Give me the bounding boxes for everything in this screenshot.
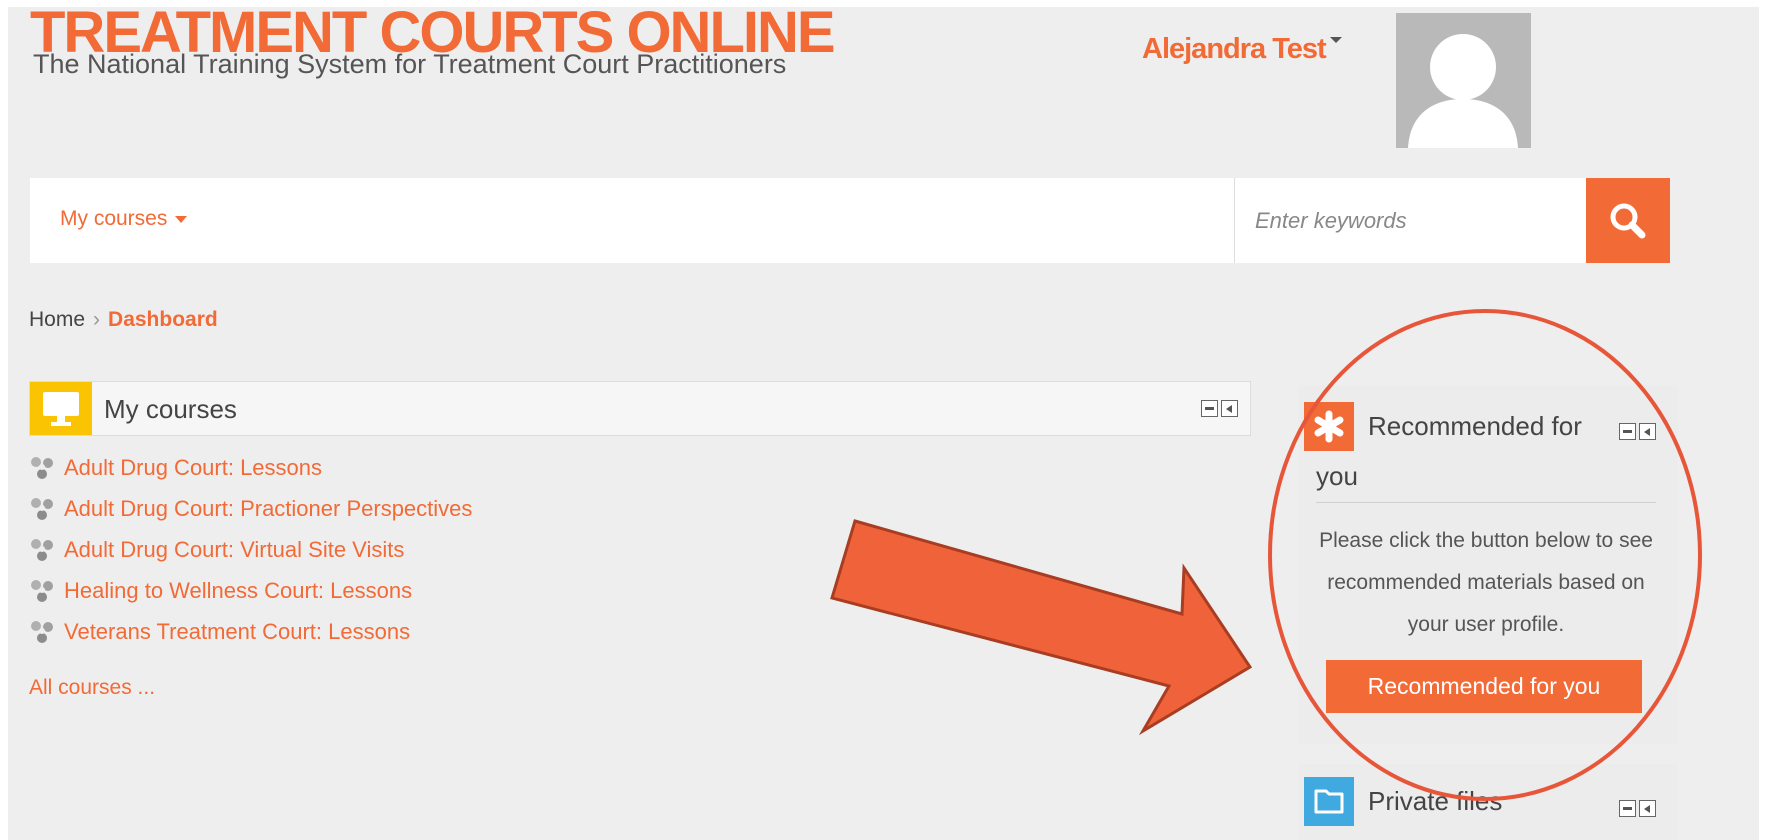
my-courses-block-header: My courses (29, 381, 1251, 436)
course-link[interactable]: Adult Drug Court: Lessons (64, 455, 322, 480)
course-link[interactable]: Adult Drug Court: Virtual Site Visits (64, 537, 404, 562)
all-courses-link[interactable]: All courses ... (29, 676, 155, 700)
private-files-block: Private files (1298, 764, 1678, 840)
folder-icon (1304, 777, 1354, 826)
user-menu[interactable]: Alejandra Test (1142, 33, 1342, 66)
course-item: Veterans Treatment Court: Lessons (29, 619, 472, 660)
divider (1316, 502, 1656, 503)
user-silhouette-icon (1408, 34, 1518, 148)
recommended-block-title: Recommended for (1368, 411, 1582, 441)
caret-down-icon (175, 215, 188, 223)
recommended-description: Please click the button below to see rec… (1319, 529, 1653, 636)
course-item: Adult Drug Court: Practioner Perspective… (29, 496, 472, 537)
site-subtitle: The National Training System for Treatme… (33, 49, 787, 79)
dock-block-icon[interactable] (1221, 400, 1238, 417)
minimize-block-icon[interactable] (1619, 423, 1636, 440)
recommended-block-title-continued: you (1316, 461, 1358, 491)
course-icon (31, 621, 53, 643)
course-icon (31, 457, 53, 479)
asterisk-icon (1304, 402, 1354, 451)
dock-block-icon[interactable] (1639, 800, 1656, 817)
course-link[interactable]: Healing to Wellness Court: Lessons (64, 578, 412, 603)
course-icon (31, 498, 53, 520)
breadcrumb-current: Dashboard (108, 308, 218, 331)
breadcrumb-home[interactable]: Home (29, 308, 85, 331)
navbar: My courses (30, 178, 1240, 263)
caret-down-icon (1329, 37, 1342, 44)
my-courses-block-title: My courses (104, 394, 237, 424)
minimize-block-icon[interactable] (1201, 400, 1218, 417)
user-name: Alejandra Test (1142, 33, 1327, 65)
search-box (1234, 178, 1605, 263)
search-icon (1610, 203, 1646, 239)
course-link[interactable]: Adult Drug Court: Practioner Perspective… (64, 496, 472, 521)
nav-my-courses-menu[interactable]: My courses (60, 207, 188, 231)
course-link[interactable]: Veterans Treatment Court: Lessons (64, 619, 410, 644)
course-item: Adult Drug Court: Virtual Site Visits (29, 537, 472, 578)
minimize-block-icon[interactable] (1619, 800, 1636, 817)
avatar[interactable] (1396, 13, 1531, 148)
block-controls (1616, 800, 1656, 818)
nav-my-courses-label: My courses (60, 207, 168, 230)
recommended-block: Recommended for you Please click the but… (1298, 385, 1678, 744)
recommended-for-you-button[interactable]: Recommended for you (1326, 660, 1642, 713)
search-input[interactable] (1235, 178, 1581, 263)
search-button[interactable] (1586, 178, 1670, 263)
course-item: Healing to Wellness Court: Lessons (29, 578, 472, 619)
breadcrumb: Home › Dashboard (29, 308, 218, 332)
course-icon (31, 539, 53, 561)
monitor-icon (30, 382, 92, 435)
dock-block-icon[interactable] (1639, 423, 1656, 440)
private-files-block-title: Private files (1368, 786, 1503, 816)
chevron-right-icon: › (93, 308, 101, 331)
block-controls (1198, 400, 1238, 418)
block-controls (1616, 423, 1656, 441)
course-icon (31, 580, 53, 602)
course-item: Adult Drug Court: Lessons (29, 455, 472, 496)
course-list: Adult Drug Court: Lessons Adult Drug Cou… (29, 455, 472, 660)
